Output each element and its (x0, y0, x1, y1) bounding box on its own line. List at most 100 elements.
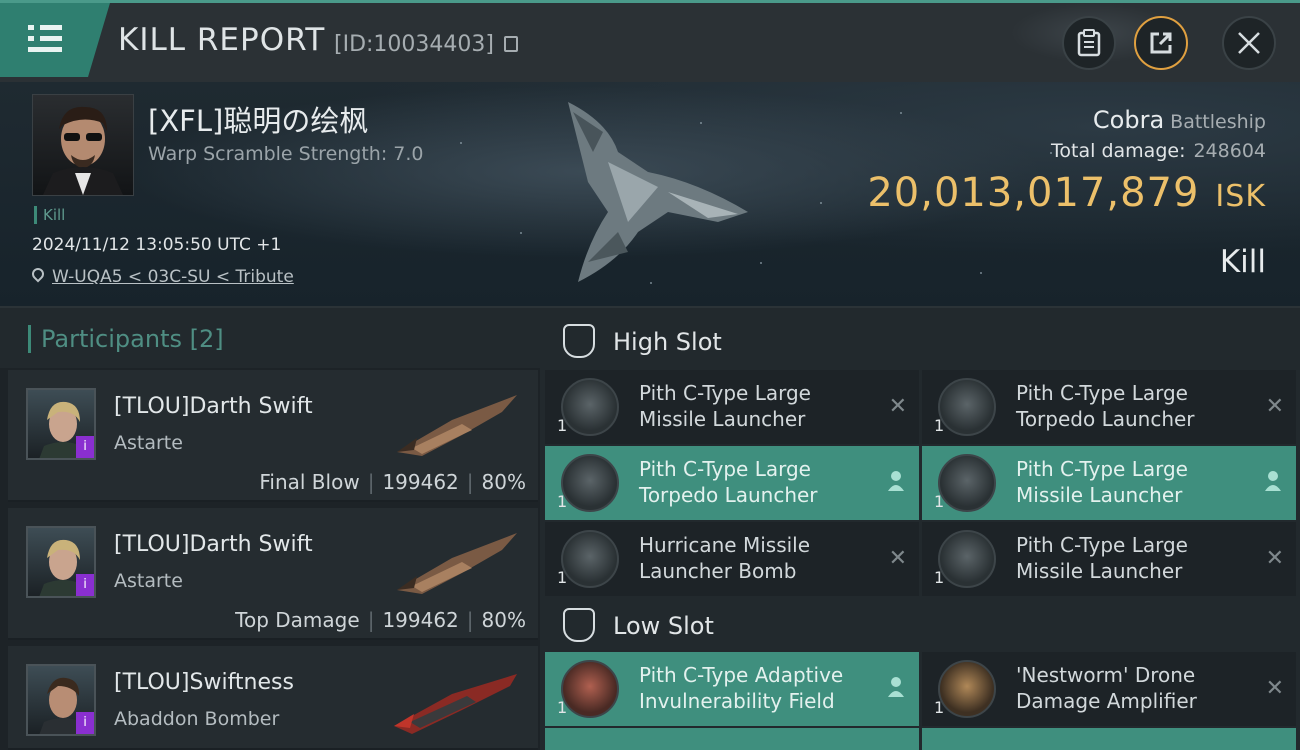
person-icon (888, 471, 904, 491)
participant-ship: Astarte (114, 570, 183, 592)
module-quantity: 1 (557, 698, 568, 717)
info-badge: i (76, 712, 94, 734)
warp-scramble-strength: Warp Scramble Strength: 7.0 (148, 143, 424, 165)
module-quantity: 1 (557, 492, 568, 511)
module-name: Hurricane Missile Launcher Bomb (639, 533, 811, 583)
slot-shield-icon (563, 608, 595, 642)
info-badge: i (76, 436, 94, 458)
participant-ship-image (397, 533, 517, 594)
module-item[interactable]: 1 Pith C-Type Large Missile Launcher ✕ (545, 370, 919, 444)
module-item[interactable]: 1 Pith C-Type Large Missile Launcher (922, 446, 1296, 520)
x-icon: ✕ (888, 546, 907, 571)
copy-icon[interactable] (504, 36, 518, 52)
kill-datetime: 2024/11/12 13:05:50 UTC +1 (32, 235, 282, 255)
participant-ship-image (394, 674, 517, 734)
launcher-icon (561, 454, 619, 512)
shield-module-icon (561, 660, 619, 718)
report-id: [ID:10034403] (334, 32, 494, 57)
participant-ship-image (397, 395, 517, 456)
module-quantity: 1 (934, 492, 945, 511)
x-icon: ✕ (1265, 676, 1284, 701)
participant-avatar: i (26, 526, 96, 598)
kill-tag: Kill (34, 206, 65, 224)
high-slot-title: High Slot (613, 328, 722, 356)
participant-damage: 199462 (382, 470, 459, 494)
x-icon: ✕ (1265, 546, 1284, 571)
participant-avatar: i (26, 388, 96, 460)
result-label: Kill (1219, 244, 1266, 280)
module-quantity: 1 (934, 416, 945, 435)
victim-name[interactable]: [XFL]聪明の绘枫 (148, 98, 368, 140)
module-name: Pith C-Type Large Torpedo Launcher (1016, 381, 1195, 431)
slot-shield-icon (563, 324, 595, 358)
module-quantity: 1 (557, 416, 568, 435)
clipboard-icon (1077, 29, 1101, 57)
total-damage-label: Total damage: (1051, 140, 1186, 162)
info-badge: i (76, 574, 94, 596)
x-icon: ✕ (1265, 394, 1284, 419)
participant-percent: 80% (481, 470, 526, 494)
module-quantity: 1 (934, 568, 945, 587)
participants-title: Participants [2] (28, 325, 224, 353)
participant-percent: 80% (481, 608, 526, 632)
module-name: Pith C-Type Large Missile Launcher (639, 381, 811, 431)
ship-class: Battleship (1170, 111, 1266, 133)
total-damage-value: 248604 (1193, 140, 1266, 162)
close-button[interactable] (1222, 16, 1276, 70)
module-name: 'Nestworm' Drone Damage Amplifier (1016, 663, 1197, 713)
launcher-icon (938, 530, 996, 588)
participant-name: [TLOU]Darth Swift (114, 532, 313, 557)
participant-role: Final Blow (259, 470, 360, 494)
participant-card[interactable]: i [TLOU]Swiftness Abaddon Bomber (8, 646, 538, 750)
launcher-icon (561, 378, 619, 436)
participant-name: [TLOU]Darth Swift (114, 394, 313, 419)
share-button[interactable] (1134, 16, 1188, 70)
bomb-launcher-icon (561, 530, 619, 588)
participant-role: Top Damage (235, 608, 360, 632)
module-item[interactable]: 1 Pith C-Type Large Torpedo Launcher (545, 446, 919, 520)
module-name: Pith C-Type Large Torpedo Launcher (639, 457, 818, 507)
victim-ship: Cobra Battleship (1093, 106, 1266, 134)
participant-avatar: i (26, 664, 96, 736)
participants-title-text: Participants (41, 325, 182, 353)
module-item[interactable]: 1 Pith C-Type Large Missile Launcher ✕ (922, 522, 1296, 596)
isk-amount: 20,013,017,879 (867, 170, 1200, 216)
participant-ship: Astarte (114, 432, 183, 454)
module-item-partial[interactable] (545, 728, 919, 750)
victim-ship-image (568, 102, 748, 282)
module-name: Pith C-Type Large Missile Launcher (1016, 533, 1188, 583)
x-icon: ✕ (888, 394, 907, 419)
isk-unit: ISK (1215, 179, 1266, 214)
module-name: Pith C-Type Adaptive Invulnerability Fie… (639, 663, 844, 713)
page-title: KILL REPORT (118, 22, 326, 58)
module-item[interactable]: 1 Hurricane Missile Launcher Bomb ✕ (545, 522, 919, 596)
module-item[interactable]: 1 Pith C-Type Large Torpedo Launcher ✕ (922, 370, 1296, 444)
participant-ship: Abaddon Bomber (114, 708, 280, 730)
module-item-partial[interactable] (922, 728, 1296, 750)
high-slot-header: High Slot (545, 310, 1295, 372)
participants-count: [2] (189, 325, 224, 353)
module-quantity: 1 (934, 698, 945, 717)
module-item[interactable]: 1 Pith C-Type Adaptive Invulnerability F… (545, 652, 919, 726)
participant-stats: Final Blow | 199462 | 80% (259, 470, 526, 494)
participant-stats: Top Damage | 199462 | 80% (235, 608, 526, 632)
close-icon (1238, 32, 1260, 54)
low-slot-title: Low Slot (613, 612, 714, 640)
total-damage: Total damage: 248604 (1051, 140, 1266, 162)
module-item[interactable]: 1 'Nestworm' Drone Damage Amplifier ✕ (922, 652, 1296, 726)
launcher-icon (938, 378, 996, 436)
victim-avatar[interactable] (32, 94, 134, 196)
participant-card[interactable]: i [TLOU]Darth Swift Astarte Final Blow | 1… (8, 370, 538, 502)
share-icon (1150, 32, 1172, 54)
kill-location-link[interactable]: W-UQA5 < 03C-SU < Tribute (52, 267, 294, 287)
participant-card[interactable]: i [TLOU]Darth Swift Astarte Top Damage | 1… (8, 508, 538, 640)
module-name: Pith C-Type Large Missile Launcher (1016, 457, 1188, 507)
participant-damage: 199462 (382, 608, 459, 632)
person-icon (1265, 471, 1281, 491)
ship-name: Cobra (1092, 106, 1165, 134)
clipboard-button[interactable] (1062, 16, 1116, 70)
participant-name: [TLOU]Swiftness (114, 670, 294, 695)
module-quantity: 1 (557, 568, 568, 587)
person-icon (888, 677, 904, 697)
drone-amplifier-icon (938, 660, 996, 718)
